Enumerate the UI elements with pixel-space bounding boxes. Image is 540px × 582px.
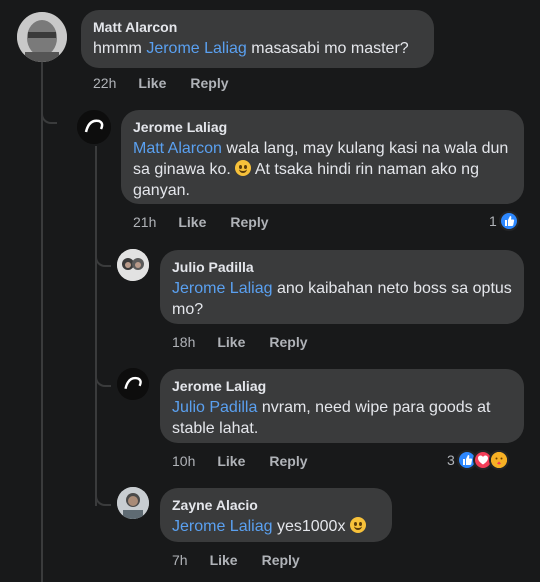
comment-bubble: Zayne Alacio Jerome Laliag yes1000x [160,488,392,542]
thread-elbow [95,490,111,506]
reply-button[interactable]: Reply [230,214,268,230]
like-button[interactable]: Like [210,552,238,568]
comment-actions: 10h Like Reply [172,453,332,469]
mention-link[interactable]: Jerome Laliag [172,518,273,535]
comment-text: hmmm Jerome Laliag masasabi mo master? [93,40,409,57]
care-reaction-icon [488,450,509,470]
avatar[interactable] [117,487,149,519]
comment-text: Jerome Laliag ano kaibahan neto boss sa … [172,280,512,318]
reaction-summary[interactable]: 1 [489,211,519,231]
like-button[interactable]: Like [178,214,206,230]
mention-link[interactable]: Jerome Laliag [172,280,273,297]
avatar[interactable] [117,249,149,281]
smile-emoji-icon [349,517,366,533]
comment-actions: 7h Like Reply [172,552,324,568]
timestamp[interactable]: 10h [172,453,195,469]
comment-author[interactable]: Julio Padilla [172,258,512,276]
reaction-summary[interactable]: 3 [447,450,509,470]
comment-text: Julio Padilla nvram, need wipe para good… [172,399,491,437]
comment-bubble: Julio Padilla Jerome Laliag ano kaibahan… [160,250,524,324]
comment-actions: 22h Like Reply [93,75,253,91]
comment-text: Jerome Laliag yes1000x [172,516,380,537]
mention-link[interactable]: Julio Padilla [172,399,257,416]
comment-author[interactable]: Jerome Laliag [172,377,512,395]
avatar[interactable] [17,12,67,62]
mention-link[interactable]: Jerome Laliag [146,40,247,57]
reply-button[interactable]: Reply [269,334,307,350]
comment-author[interactable]: Zayne Alacio [172,496,380,514]
timestamp[interactable]: 18h [172,334,195,350]
thread-line-main [41,62,43,582]
timestamp[interactable]: 22h [93,75,116,91]
like-button[interactable]: Like [217,334,245,350]
smile-emoji-icon [235,160,252,176]
timestamp[interactable]: 21h [133,214,156,230]
reaction-count: 1 [489,213,497,229]
thread-elbow [41,108,57,124]
comment-actions: 18h Like Reply [172,334,332,350]
reply-button[interactable]: Reply [269,453,307,469]
thread-elbow [95,371,111,387]
reply-button[interactable]: Reply [190,75,228,91]
thread-line-nested [95,146,97,506]
comment-text: Matt Alarcon wala lang, may kulang kasi … [133,140,509,199]
comment-bubble: Jerome Laliag Matt Alarcon wala lang, ma… [121,110,524,204]
comment-bubble: Jerome Laliag Julio Padilla nvram, need … [160,369,524,443]
comment-actions: 21h Like Reply [133,214,293,230]
thread-elbow [95,251,111,267]
like-reaction-icon [498,211,519,231]
comment-bubble: Matt Alarcon hmmm Jerome Laliag masasabi… [81,10,434,68]
reply-button[interactable]: Reply [262,552,300,568]
like-button[interactable]: Like [138,75,166,91]
logo-icon [77,110,111,144]
avatar[interactable] [77,110,111,144]
avatar[interactable] [117,368,149,400]
comment-author[interactable]: Matt Alarcon [93,18,422,36]
reaction-count: 3 [447,452,455,468]
logo-icon [117,368,149,400]
timestamp[interactable]: 7h [172,552,188,568]
comment-author[interactable]: Jerome Laliag [133,118,512,136]
like-button[interactable]: Like [217,453,245,469]
mention-link[interactable]: Matt Alarcon [133,140,222,157]
